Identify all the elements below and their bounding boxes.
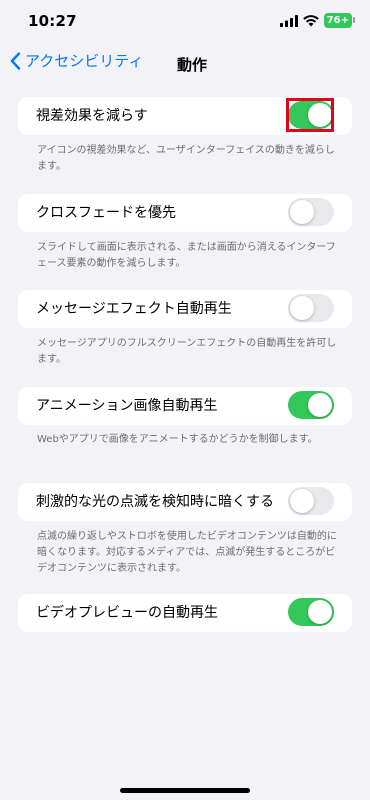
- page-title: 動作: [176, 56, 207, 74]
- setting-label: ビデオプレビューの自動再生: [36, 605, 218, 621]
- setting-row-video-previews: ビデオプレビューの自動再生: [18, 594, 352, 632]
- battery-indicator: 76+: [323, 13, 356, 28]
- toggle-knob: [290, 200, 314, 224]
- toggle-switch[interactable]: [288, 487, 334, 515]
- setting-row-reduce-motion-parallax: 視差効果を減らす: [18, 97, 352, 135]
- setting-row-prefer-cross-fade: クロスフェードを優先: [18, 194, 352, 232]
- setting-row-animated-images: アニメーション画像自動再生: [18, 387, 352, 425]
- setting-label: 視差効果を減らす: [36, 108, 148, 124]
- toggle-knob: [290, 489, 314, 513]
- setting-row-message-effects: メッセージエフェクト自動再生: [18, 290, 352, 328]
- toggle-knob: [308, 103, 332, 127]
- toggle-switch[interactable]: [288, 294, 334, 322]
- setting-row-dim-flashing-lights: 刺激的な光の点滅を検知時に暗くする: [18, 483, 352, 521]
- home-indicator: [120, 788, 250, 793]
- setting-label: アニメーション画像自動再生: [36, 398, 218, 414]
- status-bar: 10:27 76+: [0, 0, 370, 44]
- wifi-icon: [302, 14, 319, 26]
- toggle-knob: [290, 296, 314, 320]
- toggle-knob: [308, 600, 332, 624]
- toggle-switch[interactable]: [288, 101, 334, 129]
- setting-description: スライドして画面に表示される、または画面から消えるインターフェース要素の動作を減…: [37, 242, 336, 269]
- status-icons: 76+: [279, 13, 356, 28]
- setting-label: 刺激的な光の点滅を検知時に暗くする: [36, 494, 274, 510]
- toggle-knob: [308, 393, 332, 417]
- setting-description: メッセージアプリのフルスクリーンエフェクトの自動再生を許可します。: [37, 338, 337, 365]
- toggle-switch[interactable]: [288, 598, 334, 626]
- status-time: 10:27: [28, 12, 77, 30]
- setting-label: クロスフェードを優先: [36, 205, 176, 221]
- setting-description: アイコンの視差効果など、ユーザインターフェイスの動きを減らします。: [37, 145, 335, 172]
- toggle-switch[interactable]: [288, 391, 334, 419]
- setting-description: 点滅の繰り返しやストロボを使用したビデオコンテンツは自動的に暗くなります。対応す…: [37, 531, 337, 574]
- navigation-bar: アクセシビリティ 動作: [0, 44, 370, 80]
- setting-description: Webやアプリで画像をアニメートするかどうかを制御します。: [37, 434, 318, 445]
- toggle-switch[interactable]: [288, 198, 334, 226]
- cellular-signal-icon: [279, 14, 298, 27]
- setting-label: メッセージエフェクト自動再生: [36, 301, 232, 317]
